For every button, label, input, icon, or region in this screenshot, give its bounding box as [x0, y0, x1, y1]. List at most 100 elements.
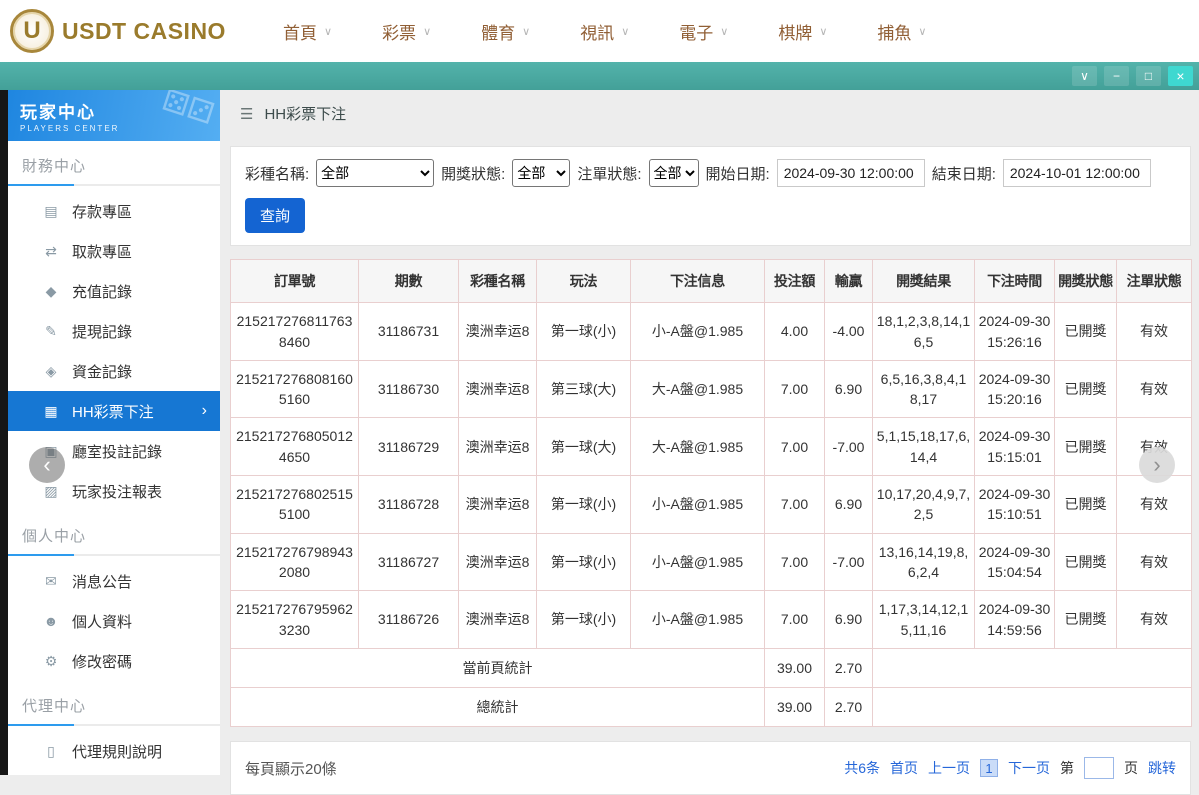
bets-table: 訂單號 期數 彩種名稱 玩法 下注信息 投注額 輸贏 開獎結果 下注時間 開獎狀態 注單狀態 215…	[230, 258, 1192, 728]
table-cell: 6.90	[824, 359, 873, 419]
section-heading-agent: 代理中心	[22, 698, 87, 715]
start-date-input[interactable]	[776, 159, 925, 187]
table-cell: 大-A盤@1.985	[630, 417, 765, 477]
logo-badge-icon: U	[10, 9, 54, 53]
nav-item-lottery[interactable]: 彩票 ∨	[382, 19, 431, 44]
sidebar-item-label: 修改密碼	[72, 653, 133, 671]
close-icon: ×	[1176, 68, 1185, 84]
column-header: 輸贏	[824, 258, 873, 304]
pagination-bar: 每頁顯示20條 共6条 首页 上一页 1 下一页 第 页 跳转	[230, 741, 1191, 795]
sidebar-item-funds-record[interactable]: ◈ 資金記錄	[8, 351, 220, 391]
sidebar-item-label: HH彩票下注	[72, 403, 154, 421]
document-icon: ▯	[47, 742, 55, 759]
current-page-summary-row: 當前頁統計 39.00 2.70	[230, 647, 1192, 689]
column-header: 玩法	[536, 258, 631, 304]
sidebar-header: 玩家中心 PLAYERS CENTER ⚄⚂	[8, 90, 220, 141]
sidebar-item-deposit[interactable]: ▤ 存款專區	[8, 191, 220, 231]
search-button[interactable]: 查詢	[245, 198, 306, 233]
sidebar-item-withdraw[interactable]: ⇄ 取款專區	[8, 231, 220, 271]
table-cell: 有效	[1116, 532, 1192, 592]
nav-item-home[interactable]: 首頁 ∨	[283, 19, 332, 44]
table-cell: 2024-09-30 15:04:54	[974, 532, 1055, 592]
table-cell: 澳洲幸运8	[458, 532, 537, 592]
page-suffix-label: 页	[1124, 760, 1138, 777]
sidebar-item-label: 廳室投註記錄	[72, 443, 163, 461]
jump-link[interactable]: 跳转	[1148, 758, 1176, 778]
column-header: 彩種名稱	[458, 258, 537, 304]
section-heading-finance: 財務中心	[22, 158, 87, 175]
table-cell: 4.00	[764, 302, 825, 361]
nav-label: 電子	[679, 23, 714, 43]
table-cell: 10,17,20,4,9,7,2,5	[872, 475, 975, 534]
nav-label: 首頁	[283, 23, 317, 43]
sidebar-item-label: 存款專區	[72, 203, 133, 221]
first-page-link[interactable]: 首页	[890, 758, 918, 778]
sidebar-collapse-button[interactable]: ‹	[29, 447, 65, 483]
sidebar-item-profile[interactable]: ☻ 個人資料	[8, 601, 220, 641]
table-cell: 已開獎	[1054, 302, 1117, 361]
scroll-right-button[interactable]: ›	[1139, 447, 1175, 483]
prev-page-link[interactable]: 上一页	[928, 758, 970, 778]
nav-item-fishing[interactable]: 捕魚 ∨	[877, 19, 926, 44]
nav-label: 棋牌	[778, 23, 813, 43]
table-cell: 31186729	[358, 417, 459, 477]
lottery-name-select[interactable]: 全部	[316, 159, 435, 187]
nav-item-cards[interactable]: 棋牌 ∨	[778, 19, 827, 44]
window-titlebar: ∨ − □ ×	[0, 62, 1199, 90]
window-maximize-button[interactable]: □	[1136, 66, 1161, 86]
table-cell: 2152172767989432080	[230, 532, 359, 592]
top-navbar: U USDT CASINO 首頁 ∨ 彩票 ∨ 體育 ∨ 視訊 ∨ 電子 ∨ 棋牌 ∨ 捕魚…	[0, 0, 1199, 62]
hamburger-icon[interactable]: ☰	[240, 105, 253, 123]
sidebar-item-withdraw-record[interactable]: ✎ 提現記錄	[8, 311, 220, 351]
table-row: 2152172767989432080 31186727 澳洲幸运8 第一球(小) 小-…	[230, 532, 1192, 592]
window-minimize-button[interactable]: −	[1104, 66, 1129, 86]
next-page-link[interactable]: 下一页	[1008, 758, 1050, 778]
sidebar-item-recharge-record[interactable]: ◆ 充值記錄	[8, 271, 220, 311]
table-cell: 1,17,3,14,12,15,11,16	[872, 590, 975, 649]
end-date-input[interactable]	[1002, 159, 1151, 187]
table-cell: 31186726	[358, 590, 459, 649]
column-header: 下注信息	[630, 258, 765, 304]
sidebar-item-announcements[interactable]: ✉ 消息公告	[8, 561, 220, 601]
window-close-button[interactable]: ×	[1168, 66, 1193, 86]
chevron-down-icon: ∨	[918, 25, 927, 38]
table-cell: 第一球(小)	[536, 532, 631, 592]
sidebar-item-agent-rules[interactable]: ▯ 代理規則說明	[8, 731, 220, 771]
table-cell: 第三球(大)	[536, 359, 631, 419]
nav-item-video[interactable]: 視訊 ∨	[580, 19, 629, 44]
table-cell: 澳洲幸运8	[458, 590, 537, 649]
column-header: 期數	[358, 258, 459, 304]
chevron-down-icon: ∨	[621, 25, 630, 38]
table-cell: 第一球(大)	[536, 417, 631, 477]
table-cell: 有效	[1116, 475, 1192, 534]
table-cell: 31186727	[358, 532, 459, 592]
table-cell: 7.00	[764, 417, 825, 477]
table-cell: 小-A盤@1.985	[630, 532, 765, 592]
nav-item-slots[interactable]: 電子 ∨	[679, 19, 728, 44]
chevron-down-icon: ∨	[1080, 69, 1089, 83]
pagination-controls: 共6条 首页 上一页 1 下一页 第 页 跳转	[844, 757, 1176, 780]
nav-label: 視訊	[580, 23, 615, 43]
draw-status-select[interactable]: 全部	[512, 159, 571, 187]
section-divider	[8, 184, 220, 186]
sidebar-item-hh-lottery-bets[interactable]: ▦ HH彩票下注 ›	[8, 391, 220, 431]
column-header: 下注時間	[974, 258, 1055, 304]
sidebar-item-change-password[interactable]: ⚙ 修改密碼	[8, 641, 220, 681]
table-row: 2152172768025155100 31186728 澳洲幸运8 第一球(小) 小-…	[230, 475, 1192, 534]
nav-item-sports[interactable]: 體育 ∨	[481, 19, 530, 44]
withdraw-record-icon: ✎	[45, 322, 57, 339]
page-jump-input[interactable]	[1084, 757, 1114, 780]
chevron-right-icon: ›	[201, 402, 207, 419]
table-cell: 2152172768025155100	[230, 475, 359, 534]
order-status-select[interactable]: 全部	[648, 159, 699, 187]
minimize-icon: −	[1112, 69, 1120, 83]
table-cell: -4.00	[824, 302, 873, 361]
table-cell: 6.90	[824, 475, 873, 534]
table-cell: 7.00	[764, 359, 825, 419]
window-collapse-button[interactable]: ∨	[1072, 66, 1097, 86]
sidebar-item-label: 資金記錄	[72, 363, 133, 381]
table-cell: 澳洲幸运8	[458, 302, 537, 361]
page-prefix-label: 第	[1060, 760, 1074, 777]
table-cell: 2024-09-30 15:10:51	[974, 475, 1055, 534]
logo[interactable]: U USDT CASINO	[10, 9, 235, 53]
